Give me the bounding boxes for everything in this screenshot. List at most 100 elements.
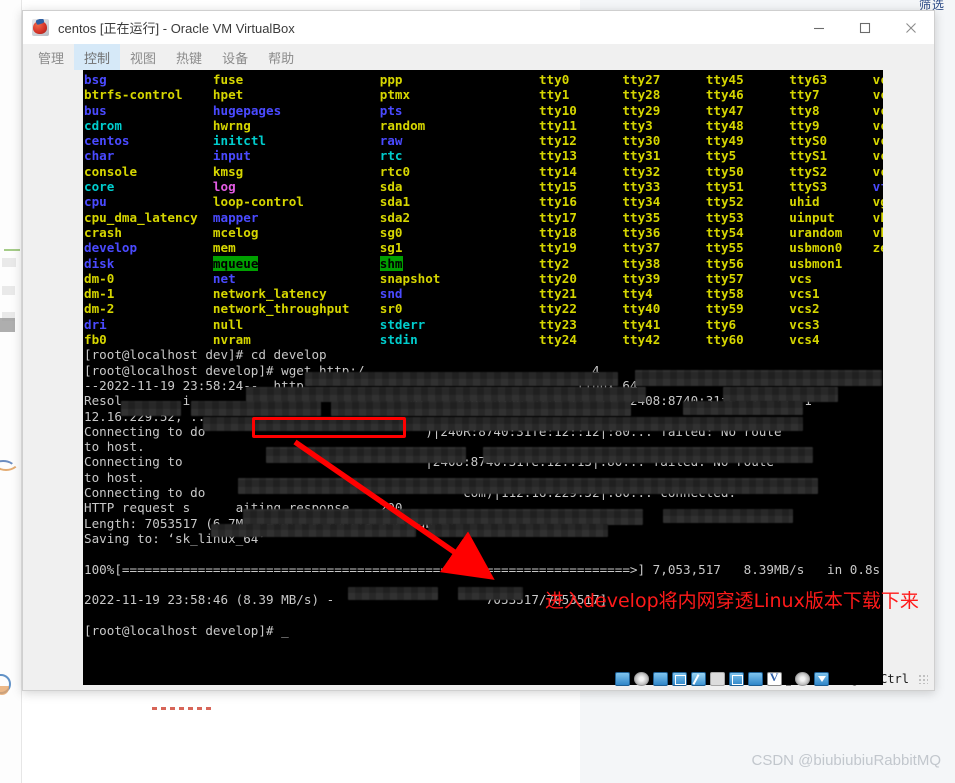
device-entry: centos xyxy=(84,133,130,149)
device-entry: tty33 xyxy=(622,179,661,195)
device-listing-row: cdrom hwrng random tty11 tty3 tty48 tty9… xyxy=(84,118,883,133)
shared-folder-icon[interactable] xyxy=(709,672,725,686)
device-entry: nvram xyxy=(212,332,251,348)
device-entry: tty28 xyxy=(622,87,661,103)
device-listing: bsg fuse ppp tty0 tty27 tty45 tty63 vcsa… xyxy=(84,72,883,347)
device-entry: tty42 xyxy=(622,332,661,348)
device-entry: vcs1 xyxy=(789,286,820,302)
device-entry: tty51 xyxy=(705,179,744,195)
device-entry: tty58 xyxy=(705,286,744,302)
terminal-line: 2022-11-19 23:58:46 (8.39 MB/s) - ‘70535… xyxy=(84,592,608,608)
device-entry: ttyS0 xyxy=(789,133,828,149)
recording-icon[interactable] xyxy=(747,672,763,686)
terminal-line: 100%[===================================… xyxy=(84,561,881,577)
device-entry: develop xyxy=(84,240,138,256)
device-entry: tty46 xyxy=(705,87,744,103)
close-button[interactable] xyxy=(888,11,934,44)
device-entry: tty39 xyxy=(622,270,661,286)
device-listing-row: btrfs-control hpet ptmx tty1 tty28 tty46… xyxy=(84,87,883,102)
device-entry: tty9 xyxy=(789,117,820,133)
device-entry: pts xyxy=(379,102,403,118)
device-entry: hpet xyxy=(212,87,244,103)
resize-grip[interactable] xyxy=(918,674,928,684)
device-entry: vfio xyxy=(872,179,883,195)
device-entry: vcs xyxy=(789,270,812,286)
menu-item-manage[interactable]: 管理 xyxy=(28,44,74,70)
device-entry: vhci xyxy=(872,209,883,225)
device-entry: console xyxy=(84,163,138,179)
background-left-strip xyxy=(0,0,22,783)
harddisk-icon[interactable] xyxy=(614,672,630,686)
device-entry: crash xyxy=(84,224,122,240)
device-listing-row: cpu loop-control sda1 tty16 tty34 tty52 … xyxy=(84,194,883,209)
device-entry: tty57 xyxy=(705,270,744,286)
device-entry: dm-0 xyxy=(84,270,115,286)
network-icon[interactable] xyxy=(671,672,687,686)
device-entry: disk xyxy=(84,255,115,271)
device-entry: stdin xyxy=(379,332,418,348)
device-entry: ppp xyxy=(379,72,403,87)
device-entry: net xyxy=(212,270,236,286)
device-entry: tty15 xyxy=(538,179,577,195)
mouse-icon[interactable] xyxy=(794,672,810,686)
device-entry: vcsa4 xyxy=(872,133,883,149)
device-entry: snapshot xyxy=(379,270,441,286)
device-listing-row: cpu_dma_latency mapper sda2 tty17 tty35 … xyxy=(84,210,883,225)
device-listing-row: develop mem sg1 tty19 tty37 tty55 usbmon… xyxy=(84,240,883,255)
menu-item-hotkey[interactable]: 热键 xyxy=(166,44,212,70)
minimize-button[interactable] xyxy=(796,11,842,44)
terminal-line: --2022-11-19 23:58:24-- http: _linux_64 xyxy=(84,377,638,393)
device-entry: sda2 xyxy=(379,209,411,225)
device-entry: network_latency xyxy=(212,286,327,302)
device-entry: rtc xyxy=(379,148,403,164)
device-listing-row: console kmsg rtc0 tty14 tty32 tty50 ttyS… xyxy=(84,164,883,179)
device-entry: ttyS1 xyxy=(789,148,828,164)
background-red-dashes xyxy=(152,707,212,710)
device-entry: cpu_dma_latency xyxy=(84,209,198,225)
device-entry: tty32 xyxy=(622,163,661,179)
device-entry: dm-1 xyxy=(84,286,115,302)
device-entry: mqueue xyxy=(212,255,259,271)
device-entry: tty49 xyxy=(705,133,744,149)
virtualbox-window: centos [正在运行] - Oracle VM VirtualBox 管理 … xyxy=(22,10,935,691)
device-entry: tty19 xyxy=(538,240,577,256)
device-entry: tty12 xyxy=(538,133,577,149)
device-listing-row: crash mcelog sg0 tty18 tty36 tty54 urand… xyxy=(84,225,883,240)
device-entry: loop-control xyxy=(212,194,304,210)
device-entry: hwrng xyxy=(212,117,251,133)
terminal-session-output: [root@localhost dev]# cd develop [root@lo… xyxy=(84,347,883,638)
device-entry: random xyxy=(379,117,426,133)
device-entry: sg0 xyxy=(379,224,403,240)
device-entry: tty4 xyxy=(622,286,653,302)
maximize-button[interactable] xyxy=(842,11,888,44)
menu-item-help[interactable]: 帮助 xyxy=(258,44,304,70)
window-titlebar[interactable]: centos [正在运行] - Oracle VM VirtualBox xyxy=(23,11,934,44)
display-icon[interactable] xyxy=(728,672,744,686)
host-key-icon[interactable] xyxy=(813,672,829,686)
device-entry: tty13 xyxy=(538,148,577,164)
terminal-screen[interactable]: bsg fuse ppp tty0 tty27 tty45 tty63 vcsa… xyxy=(83,70,883,685)
menu-item-control[interactable]: 控制 xyxy=(74,44,121,70)
device-entry: char xyxy=(84,148,115,164)
device-entry: tty22 xyxy=(538,301,577,317)
usb-icon[interactable] xyxy=(690,672,706,686)
optical-disc-icon[interactable] xyxy=(633,672,649,686)
menu-item-devices[interactable]: 设备 xyxy=(212,44,258,70)
device-entry: ttyS3 xyxy=(789,179,828,195)
device-entry: tty23 xyxy=(538,316,577,332)
terminal-line: Connecting to do )|240R:8740:31fe:12::12… xyxy=(84,423,782,439)
menu-item-view[interactable]: 视图 xyxy=(120,44,166,70)
device-entry: vcsa5 xyxy=(872,148,883,164)
device-entry: tty47 xyxy=(705,102,744,118)
floppy-icon[interactable] xyxy=(652,672,668,686)
device-entry: rtc0 xyxy=(379,163,411,179)
device-entry: mapper xyxy=(212,209,259,225)
device-entry: tty40 xyxy=(622,301,661,317)
device-listing-row: core log sda tty15 tty33 tty51 ttyS3 vfi… xyxy=(84,179,883,194)
device-entry: tty27 xyxy=(622,72,661,87)
terminal-line: Length: 7053517 (6.7M) [application/x-ex… xyxy=(84,515,456,531)
virtualization-icon[interactable] xyxy=(766,670,782,686)
device-entry: tty3 xyxy=(622,117,653,133)
device-listing-row: disk mqueue shm tty2 tty38 tty56 usbmon1 xyxy=(84,255,883,271)
device-entry: dm-2 xyxy=(84,301,115,317)
